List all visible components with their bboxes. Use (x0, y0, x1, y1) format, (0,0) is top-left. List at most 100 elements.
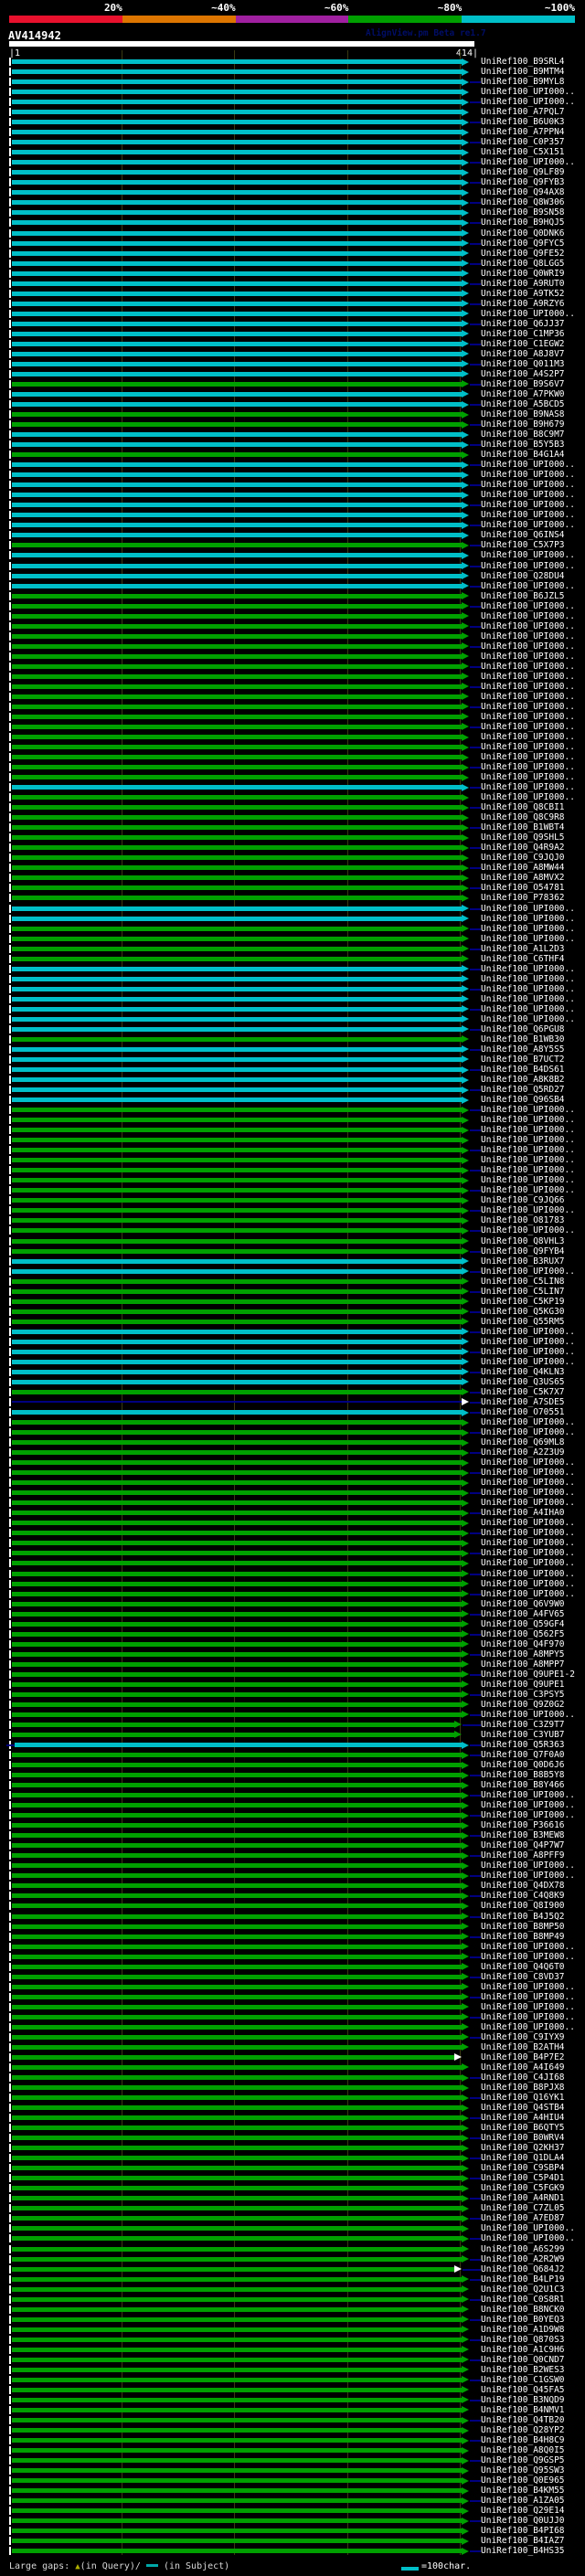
hit-label[interactable]: UniRef100_UPI000.. (481, 2002, 575, 2012)
hit-label[interactable]: UniRef100_UPI000.. (481, 1337, 575, 1347)
hit-label[interactable]: UniRef100_A8MW44 (481, 863, 565, 873)
hit-label[interactable]: UniRef100_Q4DX78 (481, 1881, 565, 1891)
hit-row[interactable]: UniRef100_A4IHA0 (0, 1508, 585, 1518)
hit-row[interactable]: UniRef100_C3PSY5 (0, 1690, 585, 1700)
hit-row[interactable]: UniRef100_A8MPP7 (0, 1659, 585, 1670)
hit-label[interactable]: UniRef100_C9IYX9 (481, 2032, 565, 2042)
hit-label[interactable]: UniRef100_Q8C9R8 (481, 812, 565, 822)
hit-row[interactable]: UniRef100_UPI000.. (0, 2233, 585, 2243)
hit-row[interactable]: UniRef100_UPI000.. (0, 1165, 585, 1175)
hit-row[interactable]: UniRef100_Q5R363 (0, 1740, 585, 1750)
hit-label[interactable]: UniRef100_UPI000.. (481, 1004, 575, 1014)
hit-row[interactable]: UniRef100_O54781 (0, 883, 585, 893)
hit-row[interactable]: UniRef100_C7ZL05 (0, 2203, 585, 2213)
hit-label[interactable]: UniRef100_B4H8C9 (481, 2435, 565, 2445)
hit-row[interactable]: UniRef100_A8J8V7 (0, 349, 585, 359)
hit-label[interactable]: UniRef100_B4IAZ7 (481, 2536, 565, 2546)
hit-label[interactable]: UniRef100_A9RUT0 (481, 279, 565, 289)
hit-row[interactable]: UniRef100_C9SBP4 (0, 2163, 585, 2173)
hit-row[interactable]: UniRef100_Q8VHL3 (0, 1236, 585, 1246)
hit-label[interactable]: UniRef100_Q870S3 (481, 2335, 565, 2345)
hit-row[interactable]: UniRef100_A9RUT0 (0, 279, 585, 289)
hit-label[interactable]: UniRef100_UPI000.. (481, 702, 575, 712)
hit-label[interactable]: UniRef100_B5Y5B3 (481, 440, 565, 450)
hit-row[interactable]: UniRef100_A2Z3U9 (0, 1447, 585, 1458)
hit-label[interactable]: UniRef100_C0S8R1 (481, 2295, 565, 2305)
hit-row[interactable]: UniRef100_B8PJX8 (0, 2083, 585, 2093)
hit-row[interactable]: UniRef100_Q0UJJ0 (0, 2516, 585, 2526)
hit-label[interactable]: UniRef100_P36616 (481, 1820, 565, 1830)
hit-label[interactable]: UniRef100_C4JI68 (481, 2072, 565, 2083)
hit-label[interactable]: UniRef100_B8MP49 (481, 1932, 565, 1942)
hit-label[interactable]: UniRef100_B8NCK0 (481, 2305, 565, 2315)
hit-row[interactable]: UniRef100_A7SDE5 (0, 1397, 585, 1407)
hit-label[interactable]: UniRef100_UPI000.. (481, 752, 575, 762)
hit-row[interactable]: UniRef100_C5K7X7 (0, 1387, 585, 1397)
hit-label[interactable]: UniRef100_Q0CND7 (481, 2355, 565, 2365)
hit-label[interactable]: UniRef100_UPI000.. (481, 97, 575, 107)
hit-label[interactable]: UniRef100_C7ZL05 (481, 2203, 565, 2213)
hit-label[interactable]: UniRef100_B6QTY5 (481, 2123, 565, 2133)
hit-label[interactable]: UniRef100_Q5R363 (481, 1740, 565, 1750)
hit-label[interactable]: UniRef100_C5X151 (481, 147, 565, 157)
hit-label[interactable]: UniRef100_UPI000.. (481, 782, 575, 792)
hit-row[interactable]: UniRef100_UPI000.. (0, 652, 585, 662)
hit-row[interactable]: UniRef100_UPI000.. (0, 914, 585, 924)
hit-row[interactable]: UniRef100_UPI000.. (0, 1800, 585, 1810)
hit-row[interactable]: UniRef100_UPI000.. (0, 1337, 585, 1347)
hit-row[interactable]: UniRef100_A8MVX2 (0, 873, 585, 883)
hit-row[interactable]: UniRef100_UPI000.. (0, 2012, 585, 2022)
hit-row[interactable]: UniRef100_Q5KG30 (0, 1307, 585, 1317)
hit-label[interactable]: UniRef100_UPI000.. (481, 2223, 575, 2233)
hit-row[interactable]: UniRef100_UPI000.. (0, 490, 585, 500)
hit-row[interactable]: UniRef100_UPI000.. (0, 1185, 585, 1195)
hit-row[interactable]: UniRef100_B8MP49 (0, 1932, 585, 1942)
hit-label[interactable]: UniRef100_UPI000.. (481, 934, 575, 944)
hit-label[interactable]: UniRef100_B8B5Y8 (481, 1770, 565, 1780)
hit-row[interactable]: UniRef100_UPI000.. (0, 1569, 585, 1579)
hit-row[interactable]: UniRef100_UPI000.. (0, 1417, 585, 1427)
hit-row[interactable]: UniRef100_A8Q0I5 (0, 2445, 585, 2455)
hit-row[interactable]: UniRef100_UPI000.. (0, 1942, 585, 1952)
hit-label[interactable]: UniRef100_Q9GSP5 (481, 2455, 565, 2465)
hit-row[interactable]: UniRef100_P36616 (0, 1820, 585, 1830)
hit-row[interactable]: UniRef100_UPI000.. (0, 1004, 585, 1014)
hit-row[interactable]: UniRef100_UPI000.. (0, 904, 585, 914)
hit-row[interactable]: UniRef100_O81783 (0, 1215, 585, 1225)
hit-label[interactable]: UniRef100_UPI000.. (481, 470, 575, 480)
hit-row[interactable]: UniRef100_C0S8R1 (0, 2295, 585, 2305)
hit-label[interactable]: UniRef100_B8Y466 (481, 1780, 565, 1790)
hit-row[interactable]: UniRef100_UPI000.. (0, 1558, 585, 1568)
hit-label[interactable]: UniRef100_A4FV65 (481, 1609, 565, 1619)
hit-row[interactable]: UniRef100_UPI000.. (0, 1710, 585, 1720)
hit-row[interactable]: UniRef100_Q6PGU8 (0, 1024, 585, 1034)
hit-row[interactable]: UniRef100_B4NMV1 (0, 2405, 585, 2415)
hit-label[interactable]: UniRef100_UPI000.. (481, 732, 575, 742)
hit-label[interactable]: UniRef100_Q59GF4 (481, 1619, 565, 1629)
hit-row[interactable]: UniRef100_P78362 (0, 893, 585, 903)
hit-row[interactable]: UniRef100_Q5RD27 (0, 1085, 585, 1095)
hit-label[interactable]: UniRef100_UPI000.. (481, 1498, 575, 1508)
hit-label[interactable]: UniRef100_UPI000.. (481, 662, 575, 672)
hit-row[interactable]: UniRef100_UPI000.. (0, 510, 585, 520)
hit-label[interactable]: UniRef100_UPI000.. (481, 1165, 575, 1175)
hit-row[interactable]: UniRef100_UPI000.. (0, 1014, 585, 1024)
hit-row[interactable]: UniRef100_Q2KH37 (0, 2143, 585, 2153)
hit-label[interactable]: UniRef100_UPI000.. (481, 490, 575, 500)
hit-label[interactable]: UniRef100_B0WRV4 (481, 2133, 565, 2143)
hit-row[interactable]: UniRef100_A4HIU4 (0, 2113, 585, 2123)
hit-label[interactable]: UniRef100_UPI000.. (481, 1115, 575, 1125)
hit-row[interactable]: UniRef100_B4J5Q2 (0, 1912, 585, 1922)
hit-label[interactable]: UniRef100_UPI000.. (481, 1125, 575, 1135)
hit-label[interactable]: UniRef100_UPI000.. (481, 460, 575, 470)
hit-row[interactable]: UniRef100_B4H8C9 (0, 2435, 585, 2445)
hit-label[interactable]: UniRef100_C5LIN8 (481, 1277, 565, 1287)
hit-label[interactable]: UniRef100_Q9LF89 (481, 167, 565, 177)
hit-label[interactable]: UniRef100_Q95SW3 (481, 2465, 565, 2475)
hit-row[interactable]: UniRef100_Q9FYB3 (0, 177, 585, 187)
hit-label[interactable]: UniRef100_C9SBP4 (481, 2163, 565, 2173)
hit-label[interactable]: UniRef100_UPI000.. (481, 792, 575, 802)
hit-label[interactable]: UniRef100_B9MTM4 (481, 67, 565, 77)
hit-label[interactable]: UniRef100_UPI000.. (481, 1860, 575, 1871)
hit-row[interactable]: UniRef100_UPI000.. (0, 1115, 585, 1125)
